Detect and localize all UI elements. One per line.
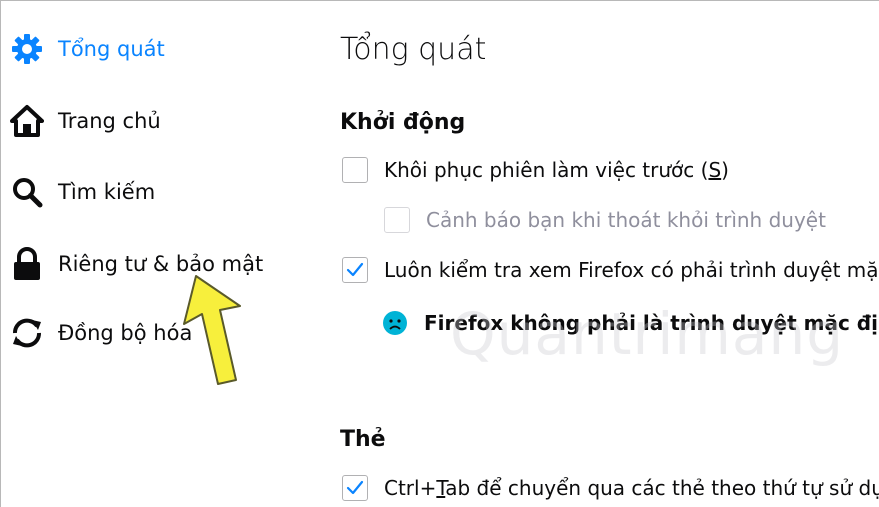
ctrl-tab-checkbox[interactable] xyxy=(342,475,368,501)
warn-on-quit-row: Cảnh báo bạn khi thoát khỏi trình duyệt xyxy=(384,207,826,233)
sidebar-item-search[interactable]: Tìm kiếm xyxy=(8,172,155,212)
ctrl-tab-row[interactable]: Ctrl+Tab để chuyển qua các thẻ theo thứ … xyxy=(342,475,879,501)
sidebar-item-label: Trang chủ xyxy=(58,109,161,133)
check-default-row[interactable]: Luôn kiểm tra xem Firefox có phải trình … xyxy=(342,257,879,283)
ctrl-tab-label: Ctrl+Tab để chuyển qua các thẻ theo thứ … xyxy=(384,476,879,500)
sidebar-item-label: Tổng quát xyxy=(58,37,165,61)
restore-session-label: Khôi phục phiên làm việc trước (S) xyxy=(384,158,729,182)
lock-icon xyxy=(8,245,46,283)
search-icon xyxy=(8,173,46,211)
sidebar-item-home[interactable]: Trang chủ xyxy=(8,101,161,141)
startup-heading: Khởi động xyxy=(340,110,466,135)
annotation-arrow xyxy=(183,275,241,385)
tabs-heading: Thẻ xyxy=(340,427,386,452)
checkmark-icon xyxy=(346,480,364,495)
main-panel: Tổng quát Khởi động Khôi phục phiên làm … xyxy=(340,0,879,507)
gear-icon xyxy=(8,30,46,68)
sidebar-item-general[interactable]: Tổng quát xyxy=(8,29,165,69)
sidebar: Tổng quát Trang chủ Tìm kiếm Riêng tư & … xyxy=(0,0,300,507)
sidebar-item-label: Tìm kiếm xyxy=(58,180,156,204)
sad-face-icon xyxy=(382,310,408,336)
warn-on-quit-checkbox xyxy=(384,207,410,233)
check-default-checkbox[interactable] xyxy=(342,257,368,283)
home-icon xyxy=(8,102,46,140)
sync-icon xyxy=(8,314,46,352)
restore-session-row[interactable]: Khôi phục phiên làm việc trước (S) xyxy=(342,157,729,183)
page-title: Tổng quát xyxy=(340,32,487,67)
checkmark-icon xyxy=(346,262,364,277)
restore-session-checkbox[interactable] xyxy=(342,157,368,183)
warn-on-quit-label: Cảnh báo bạn khi thoát khỏi trình duyệt xyxy=(426,208,826,232)
check-default-label: Luôn kiểm tra xem Firefox có phải trình … xyxy=(384,258,879,282)
preferences-window: Tổng quát Trang chủ Tìm kiếm Riêng tư & … xyxy=(0,0,879,507)
watermark: Quantrimang xyxy=(450,300,845,368)
